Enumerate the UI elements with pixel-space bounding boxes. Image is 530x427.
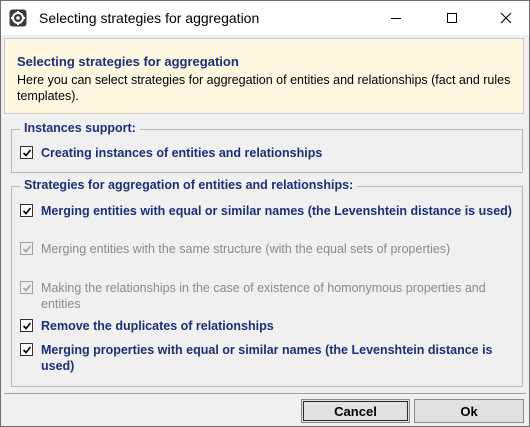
close-button[interactable] [483, 1, 529, 35]
checkbox-making-relationships: Making the relationships in the case of … [20, 280, 516, 312]
checkbox-box[interactable] [20, 146, 33, 159]
checkmark-icon [22, 283, 31, 292]
checkbox-label: Merging properties with equal or similar… [41, 343, 493, 373]
checkbox-box [20, 242, 33, 255]
gear-icon [9, 9, 27, 27]
checkbox-merging-properties[interactable]: Merging properties with equal or similar… [20, 342, 516, 374]
cancel-button[interactable]: Cancel [301, 399, 410, 423]
checkbox-label: Remove the duplicates of relationships [41, 319, 274, 333]
maximize-button[interactable] [429, 1, 475, 35]
checkmark-icon [22, 244, 31, 253]
title-bar[interactable]: Selecting strategies for aggregation [1, 1, 529, 35]
checkbox-merging-entities-names[interactable]: Merging entities with equal or similar n… [20, 203, 516, 219]
maximize-icon [447, 13, 457, 23]
aggregation-strategies-group: Strategies for aggregation of entities a… [11, 178, 523, 387]
checkbox-box [20, 281, 33, 294]
info-panel: Selecting strategies for aggregation Her… [4, 38, 524, 114]
instances-support-label: Instances support: [20, 121, 140, 135]
info-description: Here you can select strategies for aggre… [17, 73, 511, 103]
checkbox-box[interactable] [20, 204, 33, 217]
button-bar-divider [4, 393, 526, 394]
checkbox-remove-duplicates[interactable]: Remove the duplicates of relationships [20, 318, 516, 334]
checkbox-merging-entities-structure: Merging entities with the same structure… [20, 241, 516, 257]
dialog-window: Selecting strategies for aggregation Sel… [0, 0, 530, 427]
checkbox-label: Merging entities with equal or similar n… [41, 204, 512, 218]
checkbox-box[interactable] [20, 319, 33, 332]
checkbox-box[interactable] [20, 343, 33, 356]
aggregation-strategies-label: Strategies for aggregation of entities a… [20, 178, 358, 192]
checkmark-icon [22, 148, 31, 157]
instances-support-group: Instances support: Creating instances of… [11, 121, 523, 173]
checkbox-label: Creating instances of entities and relat… [41, 146, 323, 160]
checkbox-label: Merging entities with the same structure… [41, 242, 451, 256]
checkmark-icon [22, 206, 31, 215]
checkmark-icon [22, 345, 31, 354]
minimize-button[interactable] [373, 1, 419, 35]
window-title: Selecting strategies for aggregation [39, 10, 260, 26]
info-title: Selecting strategies for aggregation [17, 54, 239, 69]
minimize-icon [391, 18, 401, 19]
checkbox-label: Making the relationships in the case of … [41, 281, 486, 311]
ok-button[interactable]: Ok [414, 399, 524, 423]
checkmark-icon [22, 321, 31, 330]
checkbox-creating-instances[interactable]: Creating instances of entities and relat… [20, 145, 516, 161]
close-icon [500, 12, 512, 24]
